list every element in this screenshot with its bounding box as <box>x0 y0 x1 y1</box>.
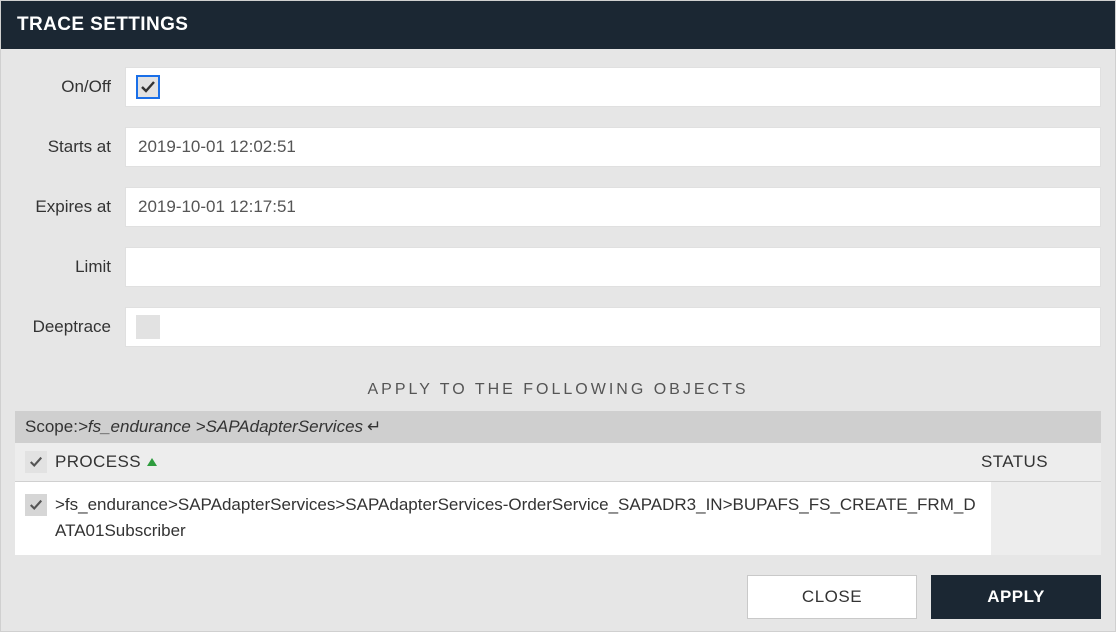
limit-input[interactable] <box>136 248 1090 286</box>
rcell-status <box>991 482 1101 555</box>
return-icon: ↵ <box>367 417 381 437</box>
sort-asc-icon <box>147 458 157 466</box>
button-bar: CLOSE APPLY <box>1 561 1115 631</box>
expires-at-input[interactable] <box>136 188 1090 226</box>
trace-settings-dialog: TRACE SETTINGS On/Off Starts at Expires … <box>0 0 1116 632</box>
deeptrace-field-wrap <box>125 307 1101 347</box>
starts-at-field-wrap <box>125 127 1101 167</box>
row-limit: Limit <box>15 247 1101 287</box>
row-starts-at: Starts at <box>15 127 1101 167</box>
form-area: On/Off Starts at Expires at Limit <box>1 49 1115 561</box>
label-deeptrace: Deeptrace <box>15 317 125 337</box>
row-checkbox[interactable] <box>25 494 47 516</box>
scope-path: >fs_endurance >SAPAdapterServices <box>78 417 363 437</box>
rcell-process: >fs_endurance>SAPAdapterServices>SAPAdap… <box>55 492 991 545</box>
scope-bar: Scope: >fs_endurance >SAPAdapterServices… <box>15 411 1101 443</box>
label-starts-at: Starts at <box>15 137 125 157</box>
column-header-status[interactable]: STATUS <box>981 452 1091 472</box>
select-all-checkbox[interactable] <box>25 451 47 473</box>
onoff-field-wrap <box>125 67 1101 107</box>
label-expires-at: Expires at <box>15 197 125 217</box>
starts-at-input[interactable] <box>136 128 1090 166</box>
check-icon <box>140 79 156 95</box>
dialog-title: TRACE SETTINGS <box>1 1 1115 49</box>
label-onoff: On/Off <box>15 77 125 97</box>
row-expires-at: Expires at <box>15 187 1101 227</box>
column-header-process[interactable]: PROCESS <box>55 452 981 472</box>
expires-at-field-wrap <box>125 187 1101 227</box>
scope-label: Scope: <box>25 417 78 437</box>
check-icon <box>29 455 43 469</box>
deeptrace-checkbox[interactable] <box>136 315 160 339</box>
limit-field-wrap <box>125 247 1101 287</box>
apply-objects-title: APPLY TO THE FOLLOWING OBJECTS <box>15 367 1101 411</box>
close-button[interactable]: CLOSE <box>747 575 917 619</box>
onoff-checkbox[interactable] <box>136 75 160 99</box>
hcell-select-all <box>25 451 55 473</box>
row-deeptrace: Deeptrace <box>15 307 1101 347</box>
column-header-process-label: PROCESS <box>55 452 141 472</box>
rcell-check <box>25 492 55 516</box>
table-row: >fs_endurance>SAPAdapterServices>SAPAdap… <box>15 482 1101 555</box>
check-icon <box>29 498 43 512</box>
row-onoff: On/Off <box>15 67 1101 107</box>
apply-button[interactable]: APPLY <box>931 575 1101 619</box>
label-limit: Limit <box>15 257 125 277</box>
objects-table-header: PROCESS STATUS <box>15 443 1101 482</box>
